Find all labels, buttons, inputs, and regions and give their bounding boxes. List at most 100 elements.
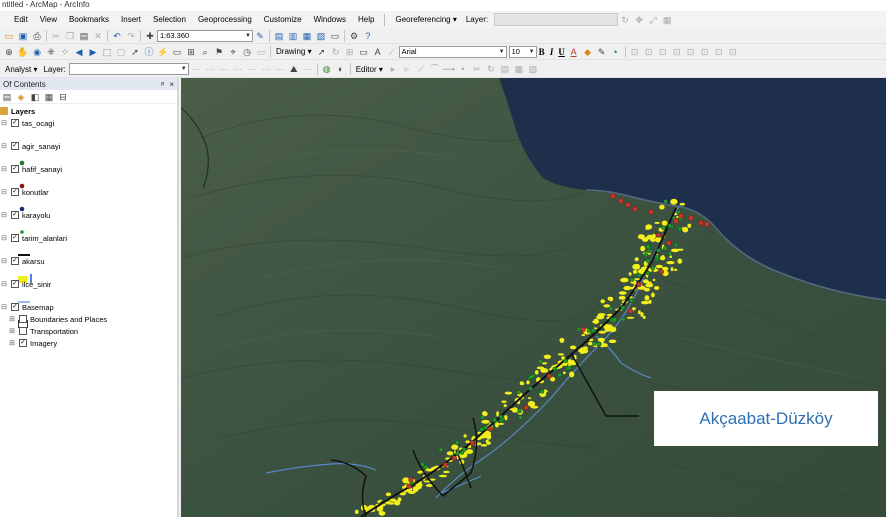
goto-xy-icon[interactable]: ⌖	[227, 46, 239, 58]
model-builder-icon[interactable]: ⚙	[348, 30, 360, 42]
whats-this-icon[interactable]: ?	[362, 30, 374, 42]
bold-button[interactable]: B	[537, 47, 547, 57]
layer-checkbox[interactable]: ✓	[19, 339, 27, 347]
menu-selection[interactable]: Selection	[147, 12, 192, 28]
layer-checkbox[interactable]: ✓	[11, 142, 19, 150]
fixed-zoom-out-icon[interactable]: ⁘	[59, 46, 71, 58]
add-data-icon[interactable]: ✚	[144, 30, 156, 42]
map-scale-combo[interactable]: 1:63.360 ▼	[157, 29, 253, 42]
undo-icon[interactable]: ↶	[111, 30, 123, 42]
palette-icon[interactable]: ◐	[335, 63, 347, 75]
expand-icon[interactable]: ⊞	[8, 339, 16, 347]
analyst-layer-combo[interactable]: ▼	[68, 63, 189, 75]
search-window-icon[interactable]: ▦	[301, 30, 313, 42]
analyst-tool-icon[interactable]: ⋯	[232, 63, 244, 75]
close-icon[interactable]: ×	[169, 80, 174, 89]
menu-edit[interactable]: Edit	[8, 12, 34, 28]
layer-konutlar[interactable]: ⊟ ✓ konutlar	[0, 187, 49, 197]
rectangle-icon[interactable]: ▭	[358, 46, 370, 58]
forward-icon[interactable]: ▶	[87, 46, 99, 58]
viewer-window-icon[interactable]: ▭	[255, 46, 267, 58]
rotate-icon[interactable]: ↻	[619, 14, 631, 26]
catalog-window-icon[interactable]: ▥	[287, 30, 299, 42]
edit-annotation-icon[interactable]: ▹	[401, 63, 413, 75]
collapse-icon[interactable]: ⊟	[0, 280, 8, 288]
html-popup-icon[interactable]: ▭	[171, 46, 183, 58]
identify-icon[interactable]: ⓘ	[143, 46, 155, 58]
end-point-arc-icon[interactable]: ⌒	[429, 63, 441, 75]
redo-icon[interactable]: ↷	[125, 30, 137, 42]
layer-checkbox[interactable]: ✓	[11, 211, 19, 219]
trace-icon[interactable]: ⟿	[442, 63, 455, 75]
underline-button[interactable]: U	[557, 47, 567, 57]
layer-agir-sanayi[interactable]: ⊟ ✓ agir_sanayi	[0, 141, 60, 151]
collapse-icon[interactable]: ⊟	[0, 211, 8, 219]
expand-icon[interactable]: ⊞	[8, 327, 16, 335]
basemap-transportation[interactable]: ⊞ Transportation	[8, 326, 78, 336]
layout-icon[interactable]: ⊡	[657, 46, 669, 58]
editor-toolbar-icon[interactable]: ✎	[254, 30, 266, 42]
drawing-menu[interactable]: Drawing ▾	[273, 47, 315, 56]
layout-icon[interactable]: ⊡	[643, 46, 655, 58]
map-canvas[interactable]	[181, 78, 886, 517]
copy-icon[interactable]: ❐	[64, 30, 76, 42]
menu-customize[interactable]: Customize	[258, 12, 308, 28]
collapse-icon[interactable]: ⊟	[0, 257, 8, 265]
layer-tarim-alanlari[interactable]: ⊟ ✓ tarim_alanlari	[0, 233, 67, 243]
select-elements-icon[interactable]: ➚	[129, 46, 141, 58]
rotate-tool-icon[interactable]: ↻	[485, 63, 497, 75]
layer-akarsu[interactable]: ⊟ ✓ akarsu	[0, 256, 44, 266]
basemap-imagery[interactable]: ⊞ ✓ Imagery	[8, 338, 57, 348]
georef-layer-combo[interactable]	[494, 13, 619, 26]
layer-karayolu[interactable]: ⊟ ✓ karayolu	[0, 210, 50, 220]
find-route-icon[interactable]: ⚑	[213, 46, 225, 58]
layer-checkbox[interactable]	[19, 327, 27, 335]
toc-options-icon[interactable]: ⊟	[57, 91, 69, 103]
measure-icon[interactable]: ⊞	[185, 46, 197, 58]
collapse-icon[interactable]: ⊟	[0, 234, 8, 242]
cut-icon[interactable]: ✂	[50, 30, 62, 42]
layer-checkbox[interactable]	[19, 315, 27, 323]
layout-icon[interactable]: ⊡	[629, 46, 641, 58]
layer-ilce-sinir[interactable]: ⊟ ✓ ilce_sinir	[0, 279, 51, 289]
collapse-icon[interactable]: ⊟	[0, 188, 8, 196]
list-by-visibility-icon[interactable]: ◧	[29, 91, 41, 103]
layer-basemap[interactable]: ⊟ ✓ Basemap	[0, 302, 54, 312]
text-icon[interactable]: A	[372, 46, 384, 58]
layout-icon[interactable]: ⊡	[699, 46, 711, 58]
sketch-properties-icon[interactable]: ▦	[513, 63, 525, 75]
collapse-icon[interactable]: ⊟	[0, 165, 8, 173]
analyst-tool-icon[interactable]: ⋯	[190, 63, 202, 75]
split-tool-icon[interactable]: ✂	[471, 63, 483, 75]
full-extent-icon[interactable]: ◉	[31, 46, 43, 58]
menu-view[interactable]: View	[34, 12, 63, 28]
back-icon[interactable]: ◀	[73, 46, 85, 58]
fill-color-icon[interactable]: ◆	[582, 46, 594, 58]
zoom-whole-page-icon[interactable]: ⊞	[344, 46, 356, 58]
layer-checkbox[interactable]: ✓	[11, 280, 19, 288]
marker-color-icon[interactable]: •	[610, 46, 622, 58]
list-by-source-icon[interactable]: ◈	[15, 91, 27, 103]
menu-bookmarks[interactable]: Bookmarks	[63, 12, 115, 28]
rotate-element-icon[interactable]: ↻	[330, 46, 342, 58]
layer-tas-ocagi[interactable]: ⊟ ✓ tas_ocagi	[0, 118, 54, 128]
layer-checkbox[interactable]: ✓	[11, 257, 19, 265]
basemap-boundaries[interactable]: ⊞ Boundaries and Places	[8, 314, 107, 324]
analyst-menu[interactable]: Analyst ▾	[2, 65, 40, 74]
list-by-drawing-order-icon[interactable]: ▤	[1, 91, 13, 103]
layout-icon[interactable]: ⊡	[713, 46, 725, 58]
find-icon[interactable]: ⌕	[199, 46, 211, 58]
layers-root[interactable]: Layers	[0, 106, 35, 116]
font-name-combo[interactable]: Arial ▼	[398, 45, 507, 58]
create-features-icon[interactable]: ▧	[527, 63, 539, 75]
layer-checkbox[interactable]: ✓	[11, 188, 19, 196]
pan-icon[interactable]: ✋	[17, 46, 29, 58]
layout-icon[interactable]: ⊡	[671, 46, 683, 58]
arctoolbox-icon[interactable]: ▧	[315, 30, 327, 42]
menu-insert[interactable]: Insert	[115, 12, 147, 28]
analyst-tool-icon[interactable]: ⋯	[274, 63, 286, 75]
list-by-selection-icon[interactable]: ▦	[43, 91, 55, 103]
layer-checkbox[interactable]: ✓	[11, 165, 19, 173]
collapse-icon[interactable]: ⊟	[0, 303, 8, 311]
collapse-icon[interactable]: ⊟	[0, 142, 8, 150]
